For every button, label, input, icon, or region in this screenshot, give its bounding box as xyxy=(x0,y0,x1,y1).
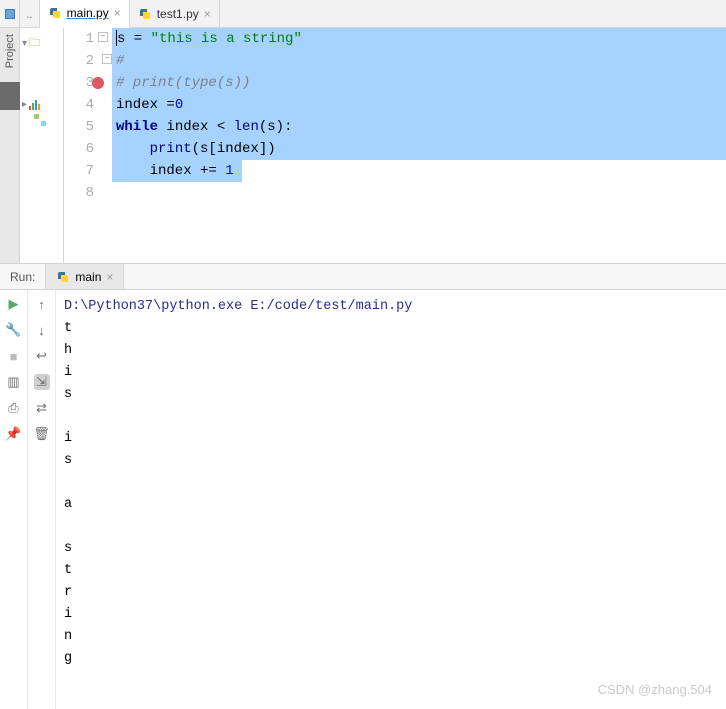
code-lines[interactable]: s = "this is a string"−## print(type(s))… xyxy=(112,28,726,263)
pin-icon[interactable]: 📌 xyxy=(6,426,22,442)
sidebar-dark-block xyxy=(0,82,20,110)
project-tool-icon[interactable] xyxy=(0,0,20,28)
breakpoint-icon[interactable] xyxy=(92,77,104,89)
folder-icon: 🗀 xyxy=(29,34,40,53)
close-icon[interactable]: × xyxy=(204,7,211,21)
chevron-down-icon: ▾ xyxy=(22,38,27,49)
project-tool-label[interactable]: Project xyxy=(4,28,16,74)
filter-icon[interactable]: ⇄ xyxy=(34,400,50,416)
python-file-icon xyxy=(138,7,152,21)
run-toolbar-right: ↑ ↓ ↩ ⇲ ⇄ 🗑 xyxy=(28,290,56,709)
wrench-icon[interactable]: 🔧 xyxy=(6,322,22,338)
print-icon[interactable]: ⎙ xyxy=(6,400,22,416)
tab-prefix: .. xyxy=(20,0,40,27)
run-icon[interactable]: ▶ xyxy=(6,296,22,312)
python-file-icon xyxy=(56,270,70,284)
run-config-name: main xyxy=(75,270,101,284)
code-line[interactable] xyxy=(116,182,726,204)
close-icon[interactable]: × xyxy=(106,270,113,284)
tree-row-struct[interactable]: ▸ xyxy=(20,97,63,112)
editor-tab-main[interactable]: main.py × xyxy=(40,0,130,28)
fold-icon[interactable]: − xyxy=(98,32,108,42)
tab-label: test1.py xyxy=(157,7,199,21)
stop-icon[interactable]: ■ xyxy=(6,348,22,364)
code-line[interactable]: −# xyxy=(116,50,726,72)
structure-bars-icon xyxy=(29,100,40,110)
fold-icon[interactable]: − xyxy=(102,54,112,64)
editor-tab-test1[interactable]: test1.py × xyxy=(130,0,220,27)
chevron-right-icon: ▸ xyxy=(22,99,27,110)
run-toolbar-left: ▶ 🔧 ■ ▥ ⎙ 📌 xyxy=(0,290,28,709)
code-editor[interactable]: 12345678 s = "this is a string"−## print… xyxy=(64,28,726,263)
scroll-to-end-icon[interactable]: ⇲ xyxy=(34,374,50,390)
trash-icon[interactable]: 🗑 xyxy=(34,426,50,442)
run-header: Run: main × xyxy=(0,264,726,290)
top-tab-bar: .. main.py × test1.py × xyxy=(0,0,726,28)
soft-wrap-icon[interactable]: ↩ xyxy=(34,348,50,364)
project-tree: ▾ 🗀 ▸ xyxy=(20,28,64,263)
console-output[interactable]: D:\Python37\python.exe E:/code/test/main… xyxy=(56,290,726,709)
tree-row-struct2[interactable] xyxy=(20,112,63,128)
tree-row-folder[interactable]: ▾ 🗀 xyxy=(20,32,63,55)
down-arrow-icon[interactable]: ↓ xyxy=(34,322,50,338)
run-config-tab[interactable]: main × xyxy=(46,264,124,289)
run-title: Run: xyxy=(0,264,46,289)
structure-icon xyxy=(34,114,46,126)
close-icon[interactable]: × xyxy=(114,6,121,20)
up-arrow-icon[interactable]: ↑ xyxy=(34,296,50,312)
editor-tabs: main.py × test1.py × xyxy=(40,0,220,27)
code-line[interactable]: index += 1 xyxy=(116,160,726,182)
layout-icon[interactable]: ▥ xyxy=(6,374,22,390)
python-file-icon xyxy=(48,6,62,20)
run-panel: Run: main × ▶ 🔧 ■ ▥ ⎙ 📌 ↑ ↓ xyxy=(0,264,726,709)
left-sidebar: Project xyxy=(0,28,20,263)
tab-label: main.py xyxy=(67,6,109,20)
